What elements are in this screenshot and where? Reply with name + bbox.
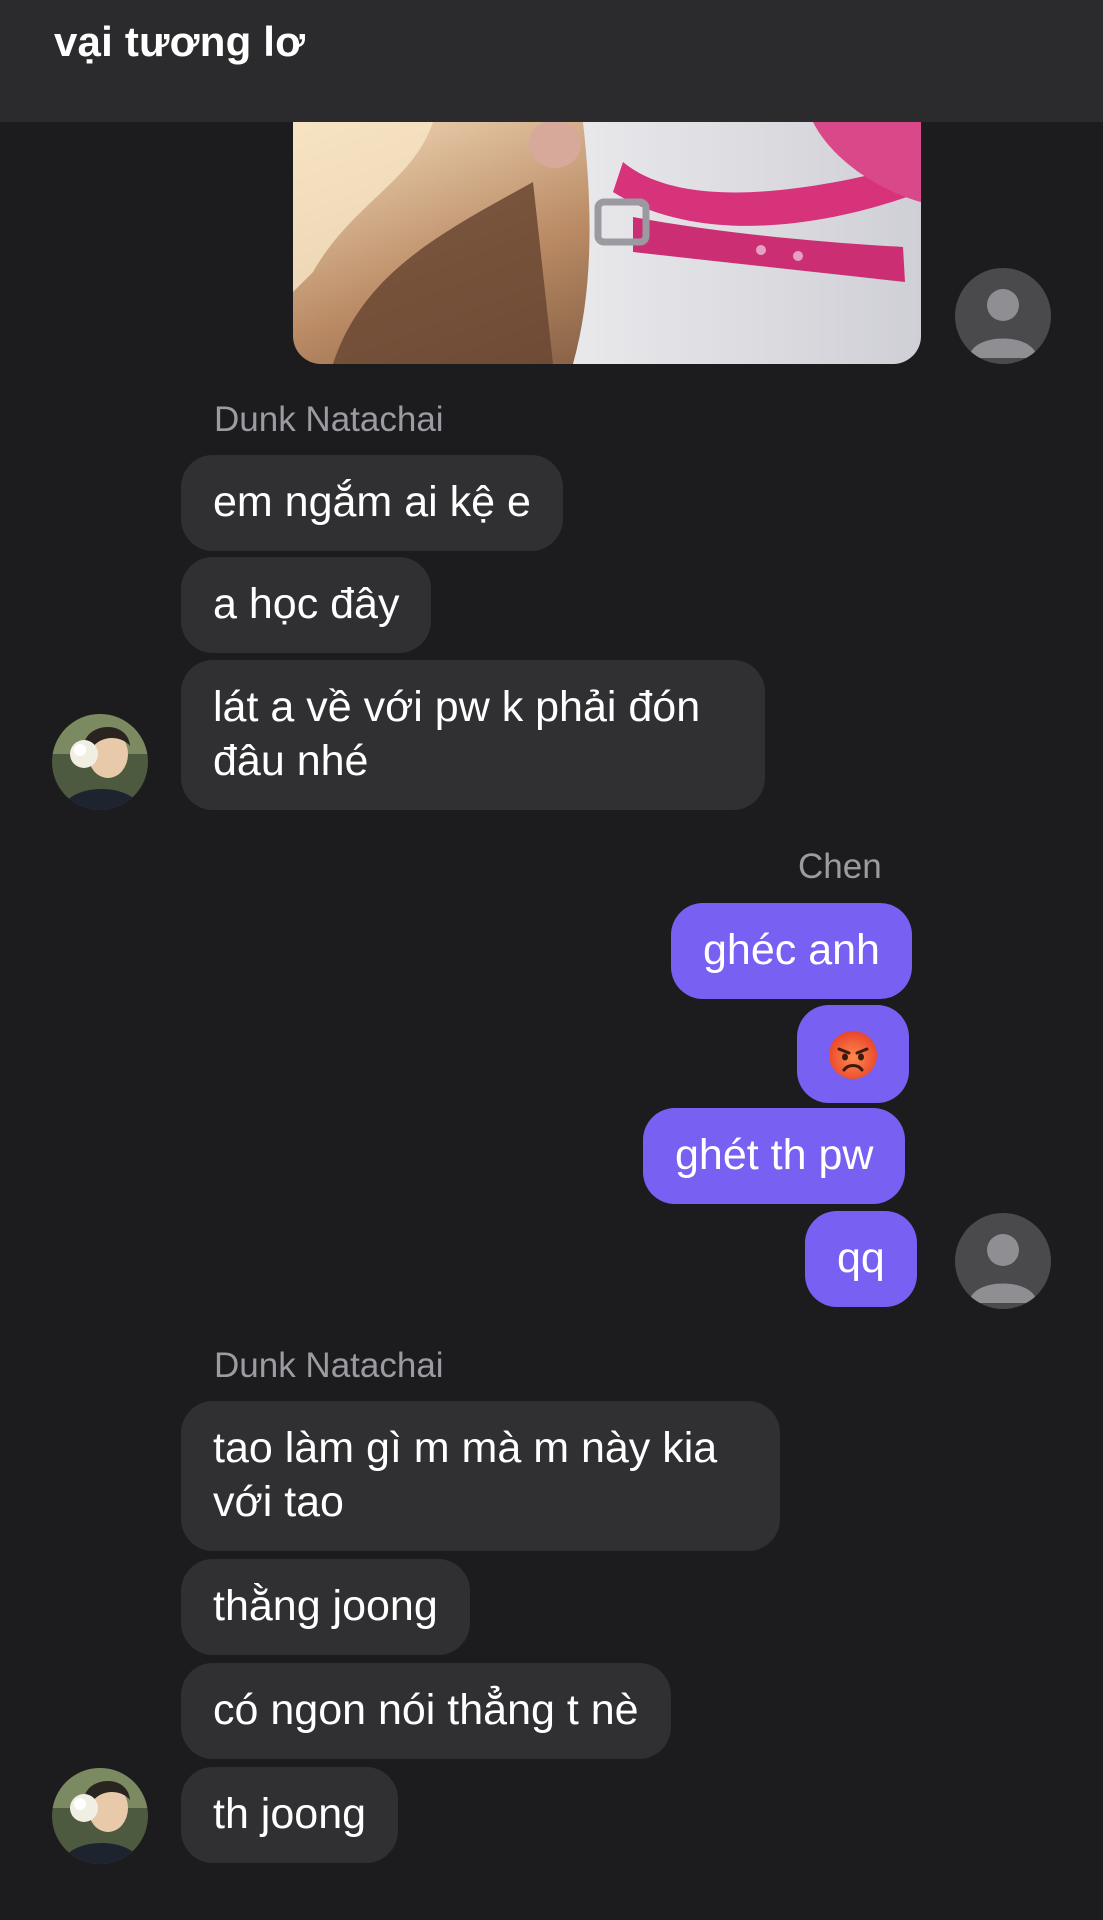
shared-photo[interactable] bbox=[293, 122, 921, 364]
message-text: em ngắm ai kệ e bbox=[213, 478, 531, 526]
profile-photo bbox=[52, 714, 148, 810]
message-text: a học đây bbox=[213, 580, 400, 628]
message-bubble[interactable]: a học đây bbox=[181, 557, 432, 653]
message-bubble[interactable]: th joong bbox=[181, 1767, 399, 1863]
angry-face-emoji-icon bbox=[829, 1030, 877, 1079]
message-bubble[interactable]: qq bbox=[805, 1211, 917, 1307]
message-bubble[interactable]: tao làm gì m mà m này kia với tao bbox=[181, 1401, 780, 1551]
message-text: tao làm gì m mà m này kia với tao bbox=[213, 1424, 718, 1526]
message-bubble[interactable]: ghét th pw bbox=[643, 1108, 906, 1204]
person-placeholder-icon bbox=[955, 1213, 1051, 1309]
sender-name: Dunk Natachai bbox=[214, 1346, 444, 1385]
message-text: ghéc anh bbox=[703, 926, 880, 974]
contact-avatar[interactable] bbox=[52, 1768, 148, 1864]
contact-avatar[interactable] bbox=[52, 714, 148, 810]
my-avatar[interactable] bbox=[955, 268, 1051, 364]
profile-photo bbox=[52, 1768, 148, 1864]
sender-name: Dunk Natachai bbox=[214, 400, 444, 439]
message-bubble[interactable]: có ngon nói thẳng t nè bbox=[181, 1663, 671, 1759]
message-bubble[interactable] bbox=[797, 1005, 909, 1103]
sender-name: Chen bbox=[798, 847, 882, 886]
message-bubble[interactable]: lát a về với pw k phải đón đâu nhé bbox=[181, 660, 765, 810]
message-text: qq bbox=[837, 1234, 885, 1282]
person-placeholder-icon bbox=[955, 268, 1051, 364]
message-bubble[interactable]: em ngắm ai kệ e bbox=[181, 455, 563, 551]
message-bubble[interactable]: ghéc anh bbox=[671, 903, 912, 999]
chat-title[interactable]: vại tương lơ bbox=[54, 18, 305, 66]
message-text: có ngon nói thẳng t nè bbox=[213, 1686, 639, 1734]
message-text: th joong bbox=[213, 1790, 367, 1838]
message-text: lát a về với pw k phải đón đâu nhé bbox=[213, 683, 701, 785]
my-avatar[interactable] bbox=[955, 1213, 1051, 1309]
message-text: ghét th pw bbox=[675, 1131, 874, 1179]
message-text: thằng joong bbox=[213, 1582, 438, 1630]
message-bubble[interactable]: thằng joong bbox=[181, 1559, 470, 1655]
chat-header: vại tương lơ bbox=[0, 0, 1103, 122]
